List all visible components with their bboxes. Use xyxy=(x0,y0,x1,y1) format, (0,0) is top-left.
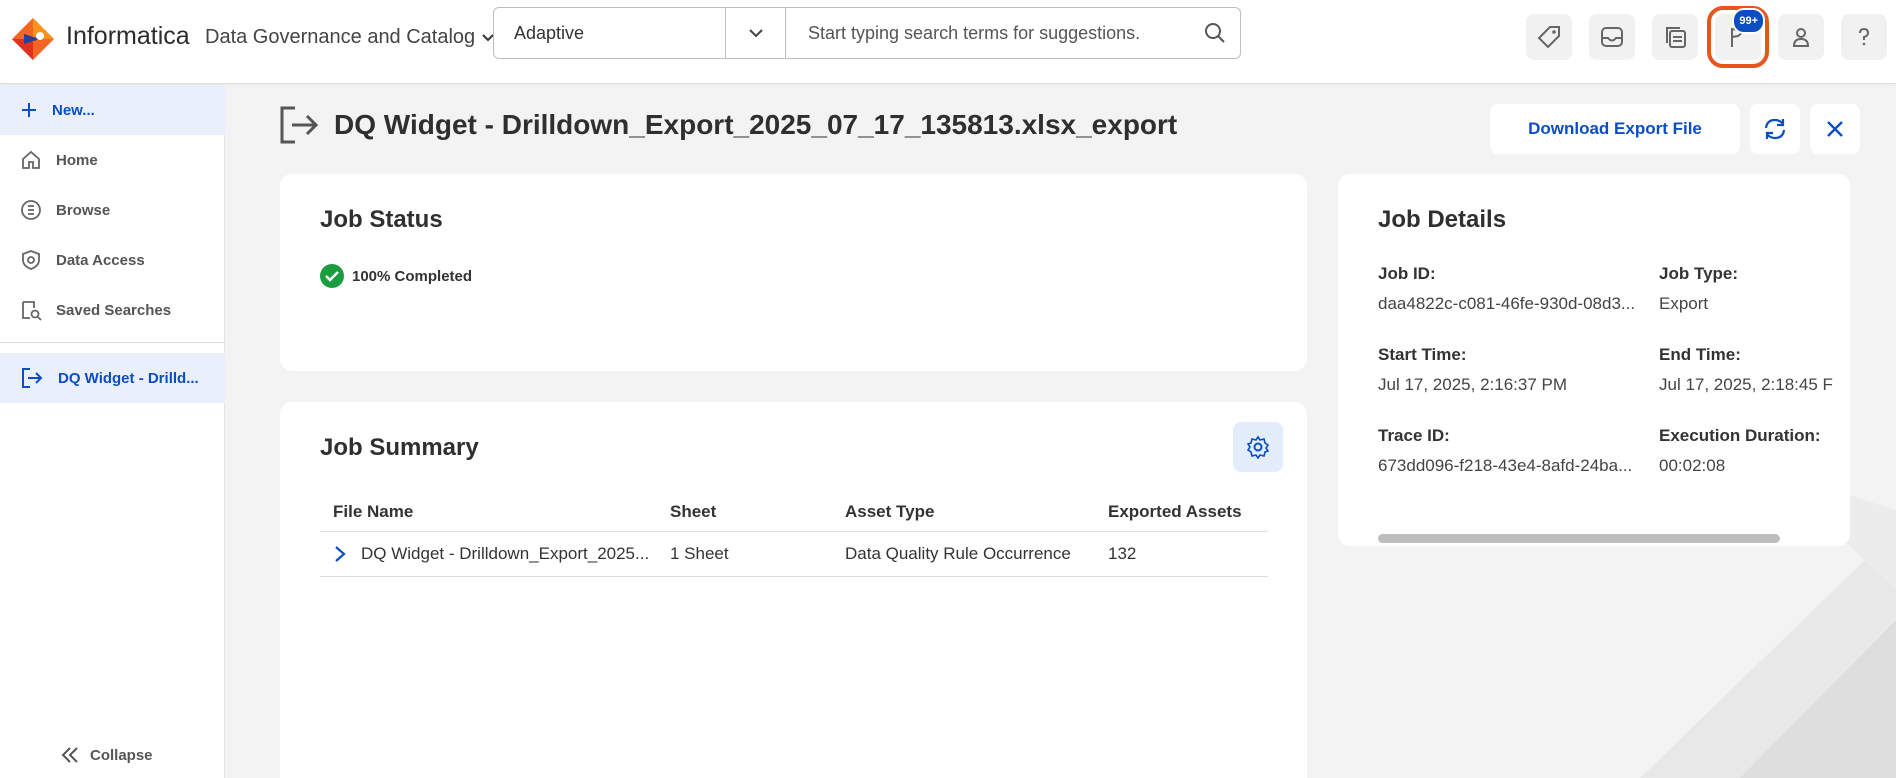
search-icon xyxy=(1205,23,1225,43)
column-header-sheet[interactable]: Sheet xyxy=(670,502,845,522)
informatica-logo[interactable] xyxy=(10,16,56,62)
table-row[interactable]: DQ Widget - Drilldown_Export_2025... 1 S… xyxy=(320,532,1268,577)
plus-icon xyxy=(22,103,36,117)
horizontal-scrollbar[interactable] xyxy=(1378,534,1780,543)
trace-id-field: Trace ID: 673dd096-f218-43e4-8afd-24ba..… xyxy=(1378,426,1648,476)
exported-assets-cell: 132 xyxy=(1108,544,1137,563)
browse-icon xyxy=(21,200,41,220)
copy-button[interactable] xyxy=(1652,14,1698,60)
start-time-label: Start Time: xyxy=(1378,345,1467,364)
column-header-file-name[interactable]: File Name xyxy=(320,502,670,522)
file-name-cell: DQ Widget - Drilldown_Export_2025... xyxy=(361,544,650,563)
sidebar-item-home[interactable]: Home xyxy=(0,135,225,185)
inbox-icon xyxy=(1601,27,1623,47)
search-scope-dropdown[interactable] xyxy=(726,8,786,58)
trace-id-value: 673dd096-f218-43e4-8afd-24ba... xyxy=(1378,456,1633,475)
tag-button[interactable] xyxy=(1526,14,1572,60)
product-switcher[interactable]: Data Governance and Catalog xyxy=(205,26,495,49)
trace-id-label: Trace ID: xyxy=(1378,426,1450,445)
job-id-label: Job ID: xyxy=(1378,264,1436,283)
start-time-field: Start Time: Jul 17, 2025, 2:16:37 PM xyxy=(1378,345,1648,395)
job-details-card: Job Details Job ID: daa4822c-c081-46fe-9… xyxy=(1338,174,1850,546)
help-icon xyxy=(1859,27,1870,46)
collapse-button[interactable]: Collapse xyxy=(60,745,153,765)
page-title: DQ Widget - Drilldown_Export_2025_07_17_… xyxy=(334,109,1178,140)
job-status-card: Job Status 100% Completed xyxy=(280,174,1307,371)
sidebar-item-browse[interactable]: Browse xyxy=(0,185,225,235)
tag-icon xyxy=(1537,26,1560,49)
new-label: New... xyxy=(52,101,95,119)
page-header: DQ Widget - Drilldown_Export_2025_07_17_… xyxy=(278,104,1177,146)
inbox-button[interactable] xyxy=(1589,14,1635,60)
close-button[interactable] xyxy=(1810,104,1860,154)
product-name: Data Governance and Catalog xyxy=(205,26,476,48)
refresh-button[interactable] xyxy=(1750,104,1800,154)
user-icon xyxy=(1792,28,1810,47)
job-summary-title: Job Summary xyxy=(320,434,479,461)
collapse-label: Collapse xyxy=(90,746,153,764)
export-icon xyxy=(280,106,319,144)
chevron-right-icon[interactable] xyxy=(333,545,347,563)
top-header: Informatica Data Governance and Catalog … xyxy=(0,0,1896,84)
execution-duration-value: 00:02:08 xyxy=(1659,456,1726,475)
sidebar-tab-label: DQ Widget - Drilld... xyxy=(58,369,199,387)
new-button[interactable]: New... xyxy=(0,85,225,135)
notifications-button[interactable]: 99+ xyxy=(1707,6,1769,68)
end-time-field: End Time: Jul 17, 2025, 2:18:45 F xyxy=(1659,345,1850,395)
export-icon xyxy=(22,368,43,388)
job-id-value: daa4822c-c081-46fe-930d-08d3... xyxy=(1378,294,1636,313)
job-summary-table: File Name Sheet Asset Type Exported Asse… xyxy=(320,492,1268,577)
table-header: File Name Sheet Asset Type Exported Asse… xyxy=(320,492,1268,532)
sidebar-item-label: Data Access xyxy=(56,251,145,269)
shield-icon xyxy=(22,250,40,270)
start-time-value: Jul 17, 2025, 2:16:37 PM xyxy=(1378,375,1568,394)
column-header-asset-type[interactable]: Asset Type xyxy=(845,502,1108,522)
brand-name: Informatica xyxy=(66,22,190,50)
sidebar-item-saved-searches[interactable]: Saved Searches xyxy=(0,285,225,335)
sidebar-divider xyxy=(0,342,225,343)
job-type-value: Export xyxy=(1659,294,1709,313)
search-scope-select[interactable]: Adaptive xyxy=(494,8,726,58)
end-time-value: Jul 17, 2025, 2:18:45 F xyxy=(1659,375,1833,394)
job-type-field: Job Type: Export xyxy=(1659,264,1850,314)
sidebar-tab-dq-widget[interactable]: DQ Widget - Drilld... xyxy=(0,353,225,403)
global-search: Adaptive xyxy=(493,7,1241,59)
double-chevron-left-icon xyxy=(61,747,78,763)
refresh-icon xyxy=(1764,118,1786,140)
execution-duration-label: Execution Duration: xyxy=(1659,426,1821,445)
sidebar-item-label: Home xyxy=(56,151,98,169)
user-profile-button[interactable] xyxy=(1778,14,1824,60)
table-settings-button[interactable] xyxy=(1233,422,1283,472)
notification-badge: 99+ xyxy=(1732,8,1765,34)
job-details-title: Job Details xyxy=(1378,206,1507,233)
end-time-label: End Time: xyxy=(1659,345,1741,364)
job-status-indicator: 100% Completed xyxy=(320,264,472,288)
saved-search-icon xyxy=(22,301,42,321)
job-id-field: Job ID: daa4822c-c081-46fe-930d-08d3... xyxy=(1378,264,1648,314)
asset-type-cell: Data Quality Rule Occurrence xyxy=(845,544,1071,563)
gear-icon xyxy=(1246,435,1270,459)
sidebar-item-data-access[interactable]: Data Access xyxy=(0,235,225,285)
sheet-cell: 1 Sheet xyxy=(670,544,729,563)
job-summary-card: Job Summary File Name Sheet Asset Type E… xyxy=(280,402,1307,778)
left-sidebar: New... Home Browse Data Access Saved Sea… xyxy=(0,85,225,778)
close-icon xyxy=(1827,121,1843,137)
search-button[interactable] xyxy=(1190,8,1240,58)
check-circle-icon xyxy=(320,264,344,288)
execution-duration-field: Execution Duration: 00:02:08 xyxy=(1659,426,1850,476)
job-status-text: 100% Completed xyxy=(352,267,473,285)
sidebar-item-label: Browse xyxy=(56,201,111,219)
chevron-down-icon xyxy=(748,29,763,38)
job-status-title: Job Status xyxy=(320,206,443,233)
home-icon xyxy=(22,150,40,169)
search-input[interactable] xyxy=(786,8,1190,58)
job-type-label: Job Type: xyxy=(1659,264,1739,283)
download-export-file-button[interactable]: Download Export File xyxy=(1490,104,1740,154)
copy-icon xyxy=(1666,27,1686,48)
sidebar-item-label: Saved Searches xyxy=(56,301,172,319)
help-button[interactable] xyxy=(1841,14,1887,60)
column-header-exported-assets[interactable]: Exported Assets xyxy=(1108,502,1268,522)
